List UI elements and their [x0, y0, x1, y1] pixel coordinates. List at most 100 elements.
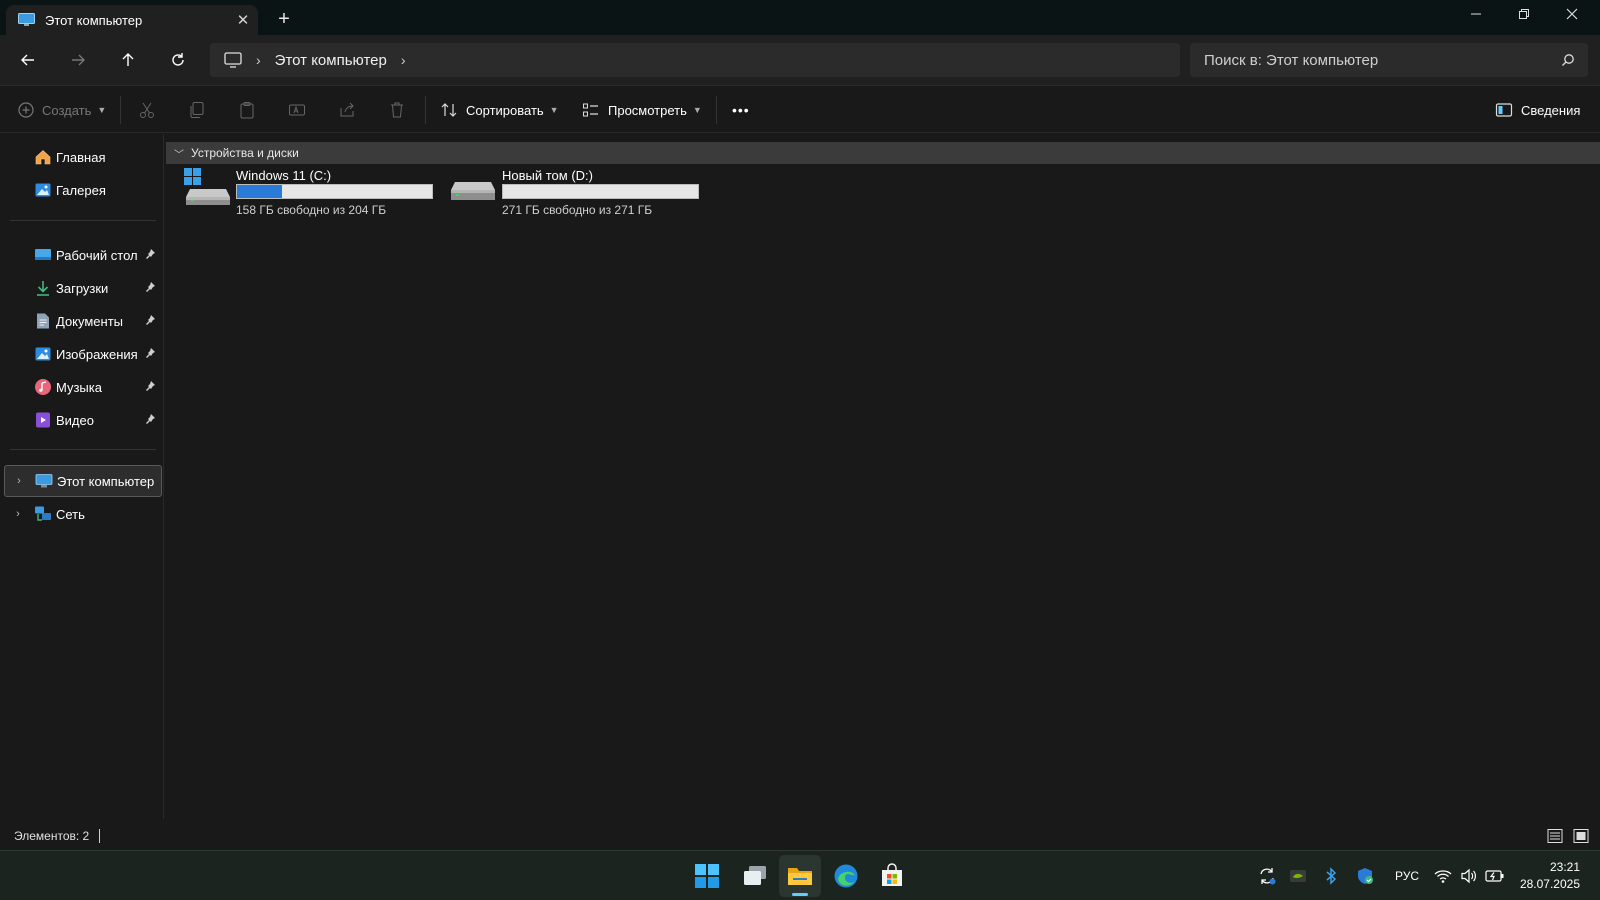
file-explorer-icon: [788, 868, 812, 885]
pin-icon[interactable]: [144, 281, 156, 296]
details-button[interactable]: Сведения: [1495, 95, 1580, 125]
sidebar-item-this-pc[interactable]: › Этот компьютер: [4, 465, 162, 497]
nvidia-tray-button[interactable]: [1286, 865, 1310, 887]
drive-usage-fill: [237, 185, 282, 198]
chevron-down-icon[interactable]: ﹀: [174, 146, 184, 161]
security-tray-button[interactable]: [1353, 865, 1377, 887]
back-button[interactable]: [10, 43, 46, 77]
copy-button[interactable]: [188, 95, 206, 125]
windows-drive-icon: [184, 168, 230, 205]
drive-usage-bar: [502, 184, 699, 199]
maximize-button[interactable]: [1500, 0, 1548, 32]
chevron-right-icon[interactable]: ›: [5, 475, 33, 487]
drive-item-d[interactable]: Новый том (D:) 271 ГБ свободно из 271 ГБ: [449, 168, 709, 218]
breadcrumb-separator[interactable]: ›: [401, 52, 406, 68]
clock-time: 23:21: [1549, 860, 1580, 874]
sidebar-item-network[interactable]: › Сеть: [4, 498, 162, 530]
create-button[interactable]: Создать ▼: [18, 95, 106, 125]
drive-free-space: 271 ГБ свободно из 271 ГБ: [502, 203, 653, 217]
minimize-button[interactable]: [1452, 0, 1500, 32]
sidebar-item-label: Главная: [56, 149, 106, 165]
task-view-button[interactable]: [734, 855, 776, 897]
restore-icon: [1519, 9, 1529, 19]
task-view-icon: [744, 866, 766, 885]
search-box[interactable]: [1190, 43, 1588, 77]
shield-icon: [1358, 868, 1373, 884]
pin-icon[interactable]: [144, 413, 156, 428]
drive-name: Новый том (D:): [502, 168, 593, 183]
sort-label: Сортировать: [466, 102, 544, 118]
sidebar-item-desktop[interactable]: Рабочий стол: [4, 239, 162, 271]
sidebar-item-gallery[interactable]: Галерея: [4, 174, 162, 206]
tab-this-pc[interactable]: Этот компьютер ✕: [6, 5, 258, 35]
store-taskbar-button[interactable]: [871, 855, 913, 897]
monitor-icon: [35, 472, 53, 490]
sync-tray-button[interactable]: [1255, 865, 1279, 887]
breadcrumb-separator[interactable]: ›: [256, 52, 261, 68]
pin-icon[interactable]: [144, 248, 156, 263]
nvidia-icon: [1290, 870, 1306, 882]
more-options-button[interactable]: •••: [732, 95, 750, 125]
breadcrumb-item-this-pc[interactable]: Этот компьютер: [275, 52, 387, 69]
refresh-button[interactable]: [160, 43, 196, 77]
language-button[interactable]: РУС: [1392, 865, 1422, 887]
file-explorer-taskbar-button[interactable]: [779, 855, 821, 897]
sidebar-item-home[interactable]: Главная: [4, 141, 162, 173]
store-icon: [882, 863, 902, 886]
rename-button[interactable]: [288, 95, 306, 125]
bluetooth-icon: [1326, 867, 1337, 885]
volume-icon: [1461, 868, 1476, 884]
sidebar-item-pictures[interactable]: Изображения: [4, 338, 162, 370]
sidebar-item-label: Видео: [56, 412, 94, 428]
close-tab-icon[interactable]: ✕: [228, 11, 258, 29]
home-icon: [34, 148, 52, 166]
address-bar[interactable]: › Этот компьютер ›: [210, 43, 1180, 77]
download-icon: [34, 279, 52, 297]
network-icon: [34, 505, 52, 523]
cut-button[interactable]: [138, 95, 156, 125]
chevron-right-icon[interactable]: ›: [4, 508, 32, 520]
drive-free-space: 158 ГБ свободно из 204 ГБ: [236, 203, 387, 217]
details-view-button[interactable]: [1546, 827, 1564, 845]
sidebar-divider: [10, 449, 156, 450]
new-tab-button[interactable]: +: [270, 6, 298, 32]
drive-item-c[interactable]: Windows 11 (C:) 158 ГБ свободно из 204 Г…: [184, 168, 444, 218]
sidebar-item-label: Изображения: [56, 346, 138, 362]
forward-button[interactable]: [60, 43, 96, 77]
minimize-icon: [1471, 13, 1481, 15]
up-button[interactable]: [110, 43, 146, 77]
pin-icon[interactable]: [144, 347, 156, 362]
close-window-button[interactable]: [1548, 0, 1596, 32]
wifi-tray-button[interactable]: [1432, 865, 1454, 887]
sidebar-item-documents[interactable]: Документы: [4, 305, 162, 337]
clock[interactable]: 23:21 28.07.2025: [1520, 859, 1580, 893]
pin-icon[interactable]: [144, 314, 156, 329]
bluetooth-tray-button[interactable]: [1320, 865, 1342, 887]
view-icon: [583, 103, 598, 117]
edge-taskbar-button[interactable]: [825, 855, 867, 897]
scissors-icon: [140, 102, 154, 118]
sort-icon: [441, 103, 457, 117]
group-header-devices[interactable]: ﹀ Устройства и диски: [166, 142, 1600, 164]
sidebar-item-music[interactable]: Музыка: [4, 371, 162, 403]
volume-tray-button[interactable]: [1458, 865, 1480, 887]
search-icon[interactable]: [1548, 53, 1588, 67]
battery-tray-button[interactable]: [1483, 865, 1507, 887]
start-button[interactable]: [686, 855, 728, 897]
delete-button[interactable]: [388, 95, 406, 125]
large-icons-view-button[interactable]: [1572, 827, 1590, 845]
search-input[interactable]: [1204, 51, 1548, 69]
sidebar-item-video[interactable]: Видео: [4, 404, 162, 436]
view-button[interactable]: Просмотреть ▼: [582, 95, 702, 125]
chevron-down-icon: ▼: [97, 105, 107, 115]
sidebar-item-label: Музыка: [56, 379, 102, 395]
share-button[interactable]: [338, 95, 356, 125]
monitor-icon: [224, 52, 242, 68]
sidebar-item-downloads[interactable]: Загрузки: [4, 272, 162, 304]
rename-icon: [289, 104, 305, 116]
start-icon: [695, 864, 719, 888]
edge-icon: [834, 864, 858, 888]
sort-button[interactable]: Сортировать ▼: [440, 95, 559, 125]
paste-button[interactable]: [238, 95, 256, 125]
pin-icon[interactable]: [144, 380, 156, 395]
